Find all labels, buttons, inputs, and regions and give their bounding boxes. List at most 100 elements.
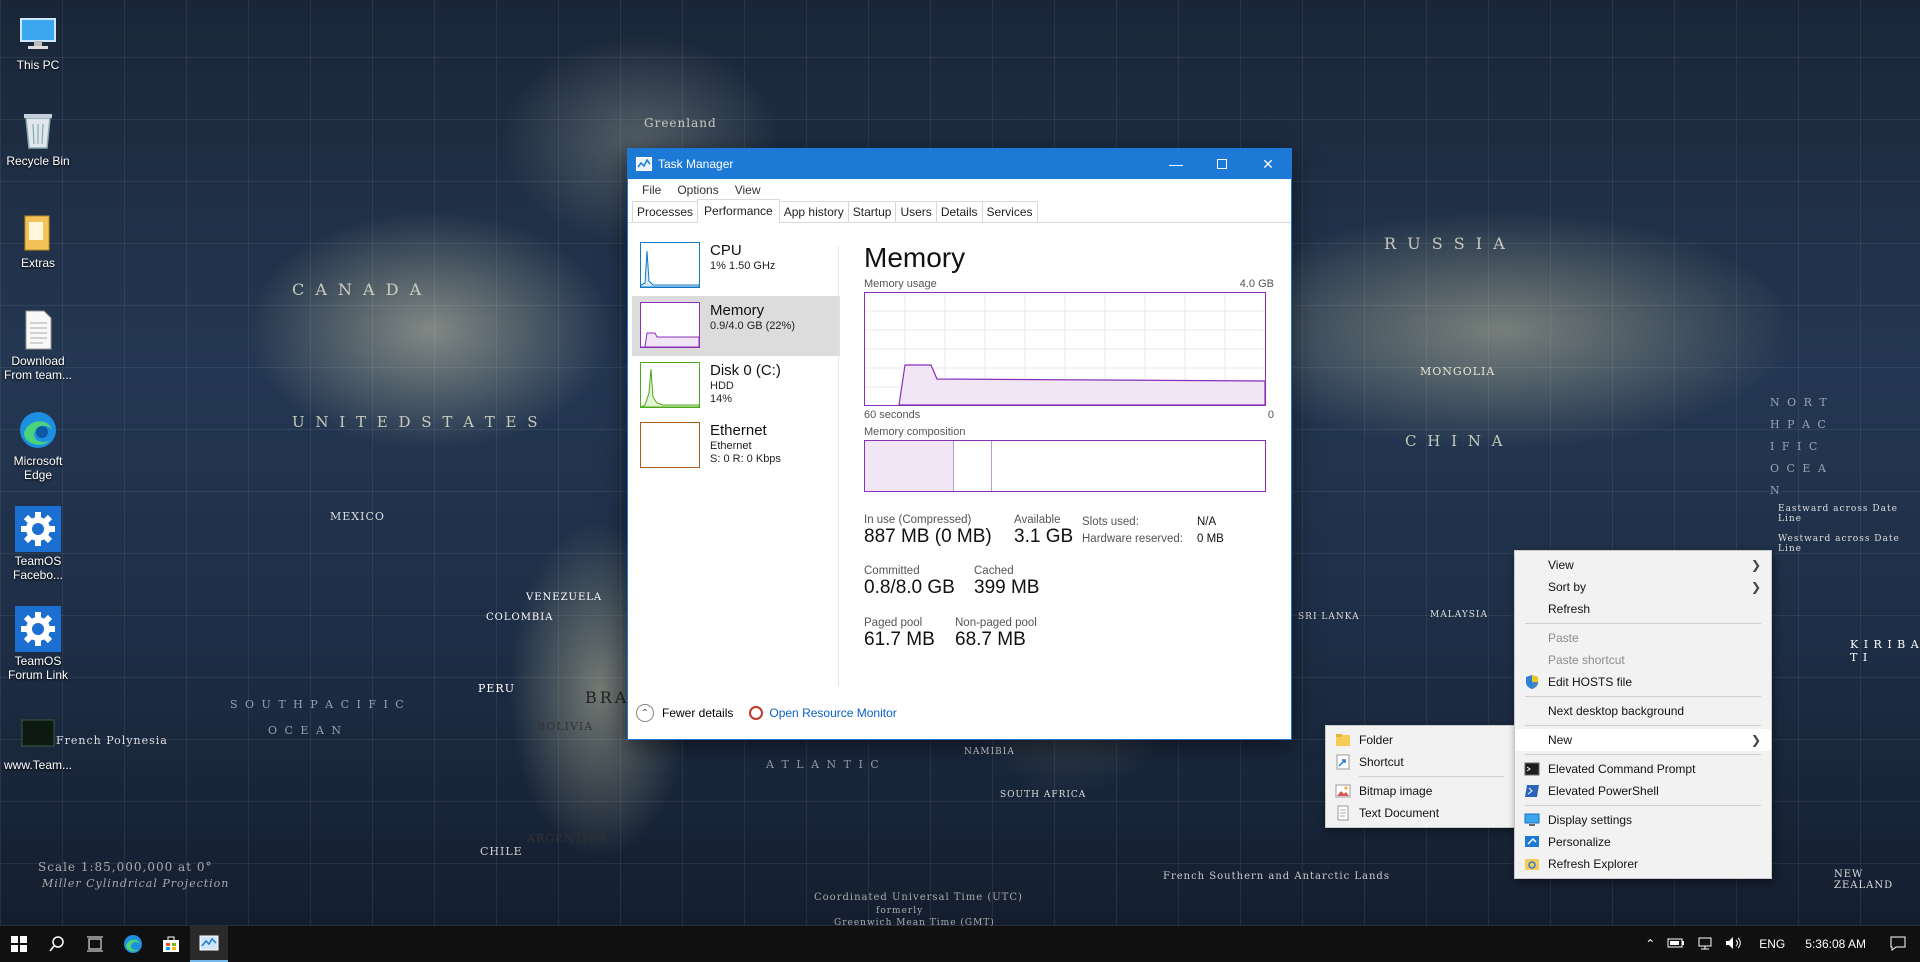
desktop-icon-label: Microsoft Edge [13,454,63,482]
maximize-button[interactable] [1199,149,1245,179]
text-document-icon [1335,805,1351,821]
context-item-personalize[interactable]: Personalize [1515,831,1771,853]
desktop-icon-this-pc[interactable]: This PC [4,12,72,72]
menu-separator [1525,725,1761,726]
tab-users[interactable]: Users [895,201,937,222]
close-button[interactable]: ✕ [1245,149,1291,179]
context-item-next-background[interactable]: Next desktop background [1515,700,1771,722]
menu-options[interactable]: Options [669,183,726,197]
display-icon [1524,812,1540,828]
tab-performance[interactable]: Performance [697,199,780,223]
chevron-right-icon: ❯ [1750,733,1761,747]
taskbar-task-manager-button[interactable] [190,926,228,962]
fewer-details-label: Fewer details [662,706,734,720]
language-indicator[interactable]: ENG [1759,937,1785,951]
map-label-namibia: NAMIBIA [964,747,1015,757]
window-title: Task Manager [658,157,734,171]
menu-file[interactable]: File [634,183,669,197]
action-center-icon[interactable] [1890,935,1906,954]
composition-free [992,441,1265,491]
desktop-icon-label: This PC [16,58,60,72]
folder-icon [16,210,60,254]
new-text-document-item[interactable]: Text Document [1326,802,1514,824]
gear-icon [15,606,61,652]
cached-value: 399 MB [974,577,1040,598]
memory-usage-label: Memory usage [864,278,937,290]
new-bitmap-item[interactable]: Bitmap image [1326,780,1514,802]
sidebar-memory-name: Memory [710,302,765,319]
tab-services[interactable]: Services [981,201,1038,222]
map-label-russia: R U S S I A [1384,234,1508,253]
desktop-icon-teamos-forum[interactable]: TeamOS Forum Link [4,606,72,682]
chevron-up-icon[interactable]: ⌃ [1645,937,1655,951]
desktop-icon-download[interactable]: Download From team... [4,308,72,382]
volume-icon[interactable] [1725,936,1743,953]
menu-view[interactable]: View [727,183,769,197]
battery-icon[interactable] [1667,937,1685,952]
task-manager-window[interactable]: Task Manager — ✕ File Options View Proce… [627,148,1292,740]
cpu-thumbnail-graph [640,242,700,288]
sidebar-divider [838,246,839,686]
system-tray: ⌃ ENG 5:36:08 AM [1639,926,1920,962]
map-label-new-zealand: NEW ZEALAND [1834,869,1894,891]
sidebar-disk-type: HDD [710,380,734,392]
computer-icon [16,12,60,56]
search-button[interactable] [38,926,76,962]
desktop-icon-www-team[interactable]: www.Team... [4,712,72,772]
tab-startup[interactable]: Startup [847,201,897,222]
context-item-elevated-powershell[interactable]: Elevated PowerShell [1515,780,1771,802]
desktop-icon-extras[interactable]: Extras [4,210,72,270]
taskbar-edge-button[interactable] [114,926,152,962]
store-icon [163,936,179,952]
network-icon[interactable] [1697,936,1713,953]
title-bar[interactable]: Task Manager — ✕ [628,149,1291,179]
desktop-icon-edge[interactable]: Microsoft Edge [4,408,72,482]
new-shortcut-item[interactable]: Shortcut [1326,751,1514,773]
minimize-button[interactable]: — [1153,149,1199,179]
context-item-new[interactable]: New ❯ [1515,729,1771,751]
map-label-projection: Miller Cylindrical Projection [42,877,230,890]
context-item-elevated-cmd[interactable]: Elevated Command Prompt [1515,758,1771,780]
memory-detail: Memory Memory usage 4.0 GB 60 seconds 0 [864,226,1274,684]
context-item-refresh[interactable]: Refresh [1515,598,1771,620]
task-view-button[interactable] [76,926,114,962]
tab-processes[interactable]: Processes [632,201,699,222]
map-label-colombia: COLOMBIA [486,612,554,623]
clock[interactable]: 5:36:08 AM [1805,937,1866,951]
sidebar-item-disk[interactable]: Disk 0 (C:) HDD 14% [632,356,840,416]
sidebar-item-ethernet[interactable]: Ethernet Ethernet S: 0 R: 0 Kbps [632,416,840,476]
new-folder-label: Folder [1359,733,1394,747]
context-item-sort-by[interactable]: Sort by ❯ [1515,576,1771,598]
tab-app-history[interactable]: App history [778,201,849,222]
tab-details[interactable]: Details [935,201,983,222]
context-item-label: Elevated Command Prompt [1548,762,1696,776]
slots-used-value: N/A [1197,516,1217,528]
desktop-icon-teamos-facebook[interactable]: TeamOS Facebo... [4,506,72,582]
map-label-sri-lanka: SRI LANKA [1298,612,1360,622]
start-button[interactable] [0,926,38,962]
new-folder-item[interactable]: Folder [1326,729,1514,751]
context-item-label: Refresh Explorer [1548,857,1639,871]
context-item-display-settings[interactable]: Display settings [1515,809,1771,831]
edge-icon [16,408,60,452]
task-view-icon [87,936,103,952]
sidebar-item-cpu[interactable]: CPU 1% 1.50 GHz [632,236,840,296]
sidebar-ethernet-adapter: Ethernet [710,440,752,452]
desktop-icon-recycle-bin[interactable]: Recycle Bin [4,108,72,168]
context-item-view[interactable]: View ❯ [1515,554,1771,576]
context-item-edit-hosts[interactable]: Edit HOSTS file [1515,671,1771,693]
fewer-details-button[interactable]: ⌃ Fewer details [636,704,733,722]
desktop-context-menu: View ❯ Sort by ❯ Refresh Paste Paste sho… [1514,550,1772,879]
in-use-value: 887 MB (0 MB) [864,526,992,547]
taskbar-store-button[interactable] [152,926,190,962]
committed-value: 0.8/8.0 GB [864,577,955,598]
context-item-refresh-explorer[interactable]: Refresh Explorer [1515,853,1771,875]
map-label-kiribati: K I R I B A T I [1850,638,1920,664]
sidebar-item-memory[interactable]: Memory 0.9/4.0 GB (22%) [632,296,840,356]
map-label-gmt: Greenwich Mean Time (GMT) [834,918,995,926]
resource-monitor-link[interactable]: Open Resource Monitor [749,706,897,720]
context-item-label: Next desktop background [1548,704,1685,718]
desktop-icon-label: www.Team... [4,758,73,772]
map-label-ocean: O C E A N [268,724,344,737]
map-label-eastward: Eastward across Date Line [1778,504,1898,524]
